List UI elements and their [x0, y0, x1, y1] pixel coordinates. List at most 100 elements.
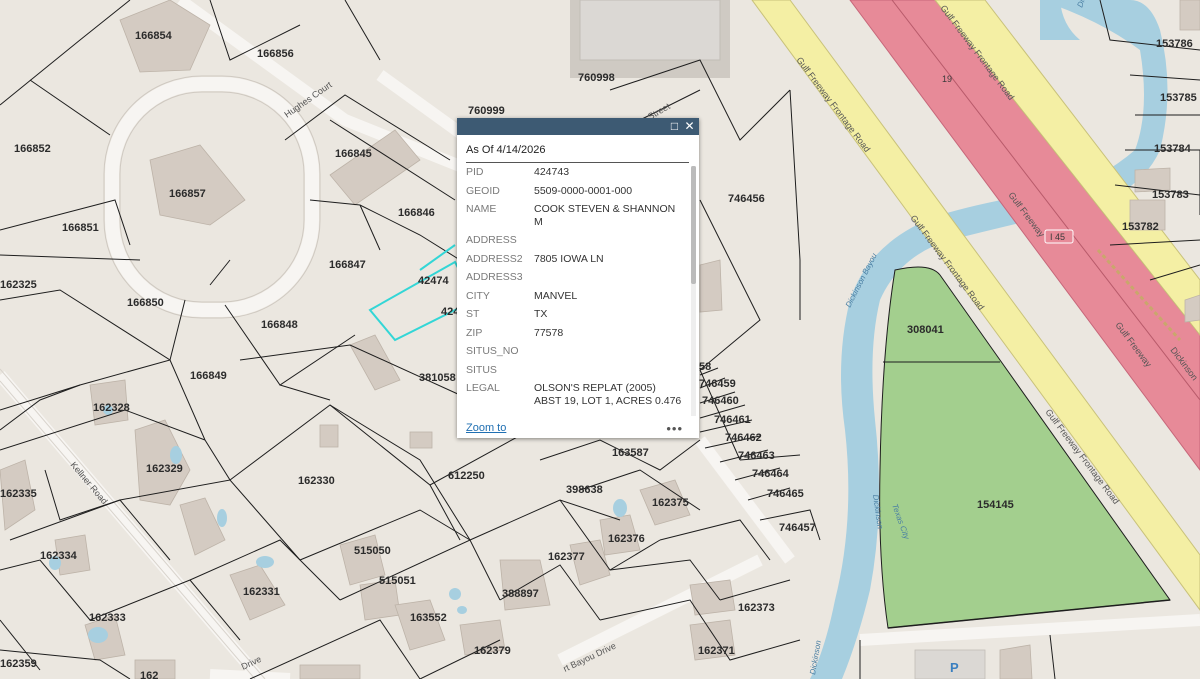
attr-key: NAME	[466, 203, 497, 215]
attr-value: MANVEL	[534, 289, 578, 302]
popup-header-bar: □ ✕	[457, 118, 699, 135]
attr-value: 77578	[534, 326, 564, 339]
parking-lot	[579, 0, 721, 61]
parcel-label: 162334	[40, 550, 78, 562]
parcel-label: 162377	[548, 551, 585, 563]
attr-value: COOK STEVEN & SHANNON M	[534, 203, 676, 228]
parcel-label: 58	[699, 361, 711, 373]
attr-value: 7805 IOWA LN	[534, 252, 604, 265]
parcel-label: 162375	[652, 497, 689, 509]
attr-value: 424743	[534, 166, 570, 178]
zoom-to-link[interactable]: Zoom to	[466, 422, 506, 434]
parcel-label: 166850	[127, 297, 164, 309]
parcel-label: 746465	[767, 488, 804, 500]
attr-row-pid: PID 424743	[466, 166, 685, 179]
popup-scrollbar-thumb[interactable]	[691, 166, 696, 284]
parcel-label: 162325	[0, 279, 37, 291]
parcel-label: 153786	[1156, 38, 1193, 50]
attr-row-st: ST TX	[466, 308, 685, 321]
svg-text:P: P	[950, 660, 959, 675]
parcel-label-selected: 42474	[418, 275, 449, 287]
parcel-label: 746460	[702, 395, 739, 407]
parcel-label: 163552	[410, 612, 447, 624]
attr-key: SITUS_NO	[466, 345, 519, 357]
parcel-label: 746456	[728, 193, 765, 205]
parcel-label: 746462	[725, 432, 762, 444]
parcel-label: 746463	[738, 450, 775, 462]
close-icon[interactable]: ✕	[683, 120, 696, 133]
attr-key: ZIP	[466, 326, 483, 339]
parcel-label: 166854	[135, 30, 173, 42]
attr-value: 5509-0000-0001-000	[534, 184, 633, 197]
parking-icon: P	[950, 660, 959, 675]
attr-key: ADDRESS2	[466, 252, 523, 265]
parcel-label: 166849	[190, 370, 227, 382]
parcel-label: 162376	[608, 533, 645, 545]
parcel-label: 760998	[578, 72, 615, 84]
maximize-icon[interactable]: □	[668, 120, 681, 133]
parcel-label: 388897	[502, 588, 539, 600]
attr-key: ADDRESS	[466, 234, 517, 246]
parcel-label: 154145	[977, 499, 1014, 511]
attr-row-legal: LEGAL OLSON'S REPLAT (2005) ABST 19, LOT …	[466, 382, 685, 407]
attr-value: OLSON'S REPLAT (2005) ABST 19, LOT 1, AC…	[534, 382, 682, 407]
parcel-label: 166852	[14, 143, 51, 155]
parcel-label: 166847	[329, 259, 366, 271]
parcel-label: 381058	[419, 372, 456, 384]
attr-row-situs: SITUS	[466, 364, 685, 377]
parcel-label: 162333	[89, 612, 126, 624]
parcel-label: 166857	[169, 188, 206, 200]
popup-title: As Of 4/14/2026	[466, 144, 689, 163]
attr-row-address: ADDRESS	[466, 234, 685, 247]
attr-value	[534, 234, 685, 247]
parcel-label: 515050	[354, 545, 391, 557]
parcel-label: 166851	[62, 222, 99, 234]
parcel-label: 163587	[612, 447, 649, 459]
parcel-label: 153784	[1154, 143, 1192, 155]
popup-scrollbar[interactable]	[691, 166, 696, 416]
attr-key: GEOID	[466, 184, 500, 197]
route-19-label: 19	[942, 74, 952, 84]
attr-key: PID	[466, 166, 484, 178]
attr-row-geoid: GEOID 5509-0000-0001-000	[466, 185, 685, 198]
attr-value	[534, 364, 685, 377]
parcel-label: 153785	[1160, 92, 1197, 104]
attr-key: CITY	[466, 289, 490, 302]
parcel-label: 746457	[779, 522, 816, 534]
parcel-label: 162373	[738, 602, 775, 614]
parcel-label: 162328	[93, 402, 130, 414]
attr-row-name: NAME COOK STEVEN & SHANNON M	[466, 203, 685, 228]
attr-row-address2: ADDRESS2 7805 IOWA LN	[466, 253, 685, 266]
parcel-label: 166848	[261, 319, 298, 331]
parcel-label: 746461	[714, 414, 751, 426]
parcel-info-popup: □ ✕ As Of 4/14/2026 PID 424743 GEOID 5509-…	[457, 118, 699, 438]
i45-shield: I 45	[1044, 229, 1074, 244]
attr-key: ADDRESS3	[466, 271, 523, 283]
parcel-label: 162379	[474, 645, 511, 657]
parcel-label: 166856	[257, 48, 294, 60]
popup-attribute-list[interactable]: PID 424743 GEOID 5509-0000-0001-000 NAME CO…	[466, 166, 685, 416]
parcel-label: 398638	[566, 484, 603, 496]
parcel-label: 162371	[698, 645, 735, 657]
attr-row-situs-no: SITUS_NO	[466, 345, 685, 358]
parcel-label: 166845	[335, 148, 372, 160]
attr-value: TX	[534, 308, 548, 320]
parcel-label: 162329	[146, 463, 183, 475]
parcel-label: 162331	[243, 586, 280, 598]
svg-text:I 45: I 45	[1050, 232, 1065, 242]
attr-row-city: CITY MANVEL	[466, 290, 685, 303]
parcel-label: 162330	[298, 475, 335, 487]
attr-value	[534, 271, 685, 284]
parcel-label: 612250	[448, 470, 485, 482]
parcel-label: 760999	[468, 105, 505, 117]
parcel-label: 153782	[1122, 221, 1159, 233]
attr-value	[534, 345, 685, 358]
attr-key: ST	[466, 308, 480, 320]
parcel-label: 308041	[907, 324, 944, 336]
attr-key: LEGAL	[466, 382, 500, 394]
attr-row-zip: ZIP 77578	[466, 327, 685, 340]
parcel-label: 162	[140, 670, 158, 679]
attr-key: SITUS	[466, 363, 497, 376]
more-options-icon[interactable]: •••	[666, 421, 683, 436]
parcel-label: 746464	[752, 468, 790, 480]
